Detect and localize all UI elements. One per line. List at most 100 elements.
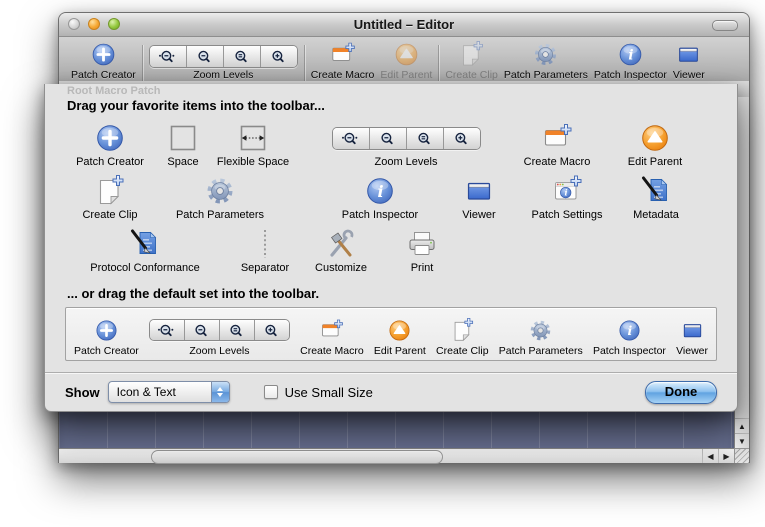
- default-item-patch-parameters[interactable]: Patch Parameters: [499, 316, 583, 357]
- toolbar-item-create-macro[interactable]: Create Macro: [311, 41, 375, 81]
- popup-stepper-cap: [211, 382, 229, 402]
- zoom-out-icon: [195, 50, 214, 63]
- scroll-right-button[interactable]: ▶: [718, 449, 734, 463]
- palette-item-edit-parent[interactable]: Edit Parent: [607, 121, 703, 168]
- toolbar-item-patch-creator[interactable]: Patch Creator: [71, 41, 136, 81]
- zoom-actual-size-segment[interactable]: [150, 320, 184, 340]
- done-button[interactable]: Done: [645, 381, 717, 404]
- zoom-to-fit-segment[interactable]: [219, 320, 254, 340]
- palette-item-label: Separator: [241, 262, 289, 274]
- create-clip-icon: [94, 175, 126, 207]
- palette-item-zoom-levels[interactable]: Zoom Levels: [321, 121, 491, 168]
- palette-item-patch-settings[interactable]: Patch Settings: [517, 174, 617, 221]
- palette-item-label: Create Macro: [524, 156, 591, 168]
- popup-down-arrow-icon: [217, 393, 223, 397]
- zoom-levels-segmented-control: [149, 45, 298, 68]
- toolbar-item-viewer[interactable]: Viewer: [673, 41, 705, 81]
- zoom-out-segment[interactable]: [184, 320, 219, 340]
- horizontal-scroll-thumb[interactable]: [151, 450, 443, 464]
- toolbar-item-label: Zoom Levels: [193, 69, 253, 81]
- patch-settings-icon: [551, 175, 583, 207]
- default-item-patch-creator[interactable]: Patch Creator: [74, 316, 139, 357]
- palette-item-label: Patch Settings: [532, 209, 603, 221]
- palette-item-label: Patch Parameters: [176, 209, 264, 221]
- default-item-edit-parent[interactable]: Edit Parent: [374, 316, 426, 357]
- zoom-actual-size-segment[interactable]: [333, 128, 369, 149]
- zoom-in-segment[interactable]: [254, 320, 289, 340]
- toolbar-item-patch-inspector[interactable]: Patch Inspector: [594, 41, 667, 81]
- patch-inspector-icon: [364, 175, 396, 207]
- viewer-icon: [463, 175, 495, 207]
- palette-item-patch-parameters[interactable]: Patch Parameters: [155, 174, 285, 221]
- patch-inspector-icon: [617, 318, 642, 343]
- palette-item-separator[interactable]: Separator: [225, 227, 305, 274]
- zoom-to-fit-icon: [415, 132, 434, 145]
- zoom-out-segment[interactable]: [186, 46, 223, 67]
- zoom-levels-segmented-control: [149, 319, 290, 341]
- palette-item-flexible-space[interactable]: Flexible Space: [211, 121, 295, 168]
- default-item-label: Create Macro: [300, 345, 364, 357]
- space-icon: [167, 122, 199, 154]
- patch-creator-icon: [94, 318, 119, 343]
- zoom-actual-size-icon: [157, 324, 176, 337]
- zoom-window-button[interactable]: [108, 18, 120, 30]
- palette-item-patch-inspector[interactable]: Patch Inspector: [325, 174, 435, 221]
- zoom-out-segment[interactable]: [369, 128, 406, 149]
- palette-item-label: Create Clip: [82, 209, 137, 221]
- zoom-to-fit-segment[interactable]: [406, 128, 443, 149]
- toolbar-item-label: Create Macro: [311, 69, 375, 81]
- zoom-in-segment[interactable]: [260, 46, 297, 67]
- toolbar-item-patch-parameters[interactable]: Patch Parameters: [504, 41, 588, 81]
- palette-item-viewer[interactable]: Viewer: [441, 174, 517, 221]
- default-item-create-clip[interactable]: Create Clip: [436, 316, 489, 357]
- zoom-to-fit-icon: [232, 50, 251, 63]
- default-item-patch-inspector[interactable]: Patch Inspector: [593, 316, 666, 357]
- toolbar-item-label: Patch Creator: [71, 69, 136, 81]
- toolbar-toggle-button[interactable]: [712, 20, 738, 31]
- scroll-left-button[interactable]: ◀: [702, 449, 718, 463]
- palette-item-customize[interactable]: Customize: [305, 227, 377, 274]
- zoom-out-icon: [378, 132, 397, 145]
- use-small-size-checkbox[interactable]: [264, 385, 278, 399]
- default-item-viewer[interactable]: Viewer: [676, 316, 708, 357]
- palette-item-label: Protocol Conformance: [90, 262, 199, 274]
- palette-item-label: Customize: [315, 262, 367, 274]
- horizontal-scrollbar[interactable]: ◀ ▶: [59, 448, 734, 463]
- palette-item-space[interactable]: Space: [155, 121, 211, 168]
- zoom-to-fit-segment[interactable]: [223, 46, 260, 67]
- palette-item-label: Viewer: [462, 209, 495, 221]
- default-toolbar-set[interactable]: Patch Creator Zoom Levels Create Macro E…: [65, 307, 717, 361]
- toolbar-item-label: Viewer: [673, 69, 705, 81]
- resize-grip[interactable]: [734, 448, 749, 463]
- show-mode-popup[interactable]: Icon & Text: [108, 381, 230, 403]
- palette-item-create-clip[interactable]: Create Clip: [65, 174, 155, 221]
- create-macro-icon: [329, 41, 356, 68]
- close-button[interactable]: [68, 18, 80, 30]
- palette-item-metadata[interactable]: Metadata: [617, 174, 695, 221]
- default-item-label: Patch Inspector: [593, 345, 666, 357]
- scroll-up-button[interactable]: ▲: [735, 418, 749, 433]
- zoom-in-segment[interactable]: [443, 128, 480, 149]
- show-mode-value: Icon & Text: [109, 385, 211, 399]
- titlebar[interactable]: Untitled – Editor: [59, 13, 749, 37]
- default-item-label: Zoom Levels: [189, 345, 249, 357]
- zoom-actual-size-segment[interactable]: [150, 46, 186, 67]
- zoom-in-icon: [262, 324, 281, 337]
- default-item-zoom-levels[interactable]: Zoom Levels: [149, 316, 290, 357]
- palette-item-patch-creator[interactable]: Patch Creator: [65, 121, 155, 168]
- palette-item-label: Patch Creator: [76, 156, 144, 168]
- palette-item-create-macro[interactable]: Create Macro: [507, 121, 607, 168]
- customize-toolbar-sheet: Root Macro Patch Drag your favorite item…: [44, 84, 738, 412]
- viewer-icon: [680, 318, 705, 343]
- palette-item-print[interactable]: Print: [391, 227, 453, 274]
- create-clip-icon: [450, 318, 475, 343]
- sheet-footer: Show Icon & Text Use Small Size Done: [45, 372, 737, 411]
- scroll-down-button[interactable]: ▼: [735, 433, 749, 448]
- palette-item-label: Edit Parent: [628, 156, 682, 168]
- minimize-button[interactable]: [88, 18, 100, 30]
- default-item-create-macro[interactable]: Create Macro: [300, 316, 364, 357]
- separator-icon: [249, 228, 281, 260]
- palette-item-label: Metadata: [633, 209, 679, 221]
- palette-item-protocol-conformance[interactable]: Protocol Conformance: [65, 227, 225, 274]
- toolbar-divider: [142, 45, 143, 81]
